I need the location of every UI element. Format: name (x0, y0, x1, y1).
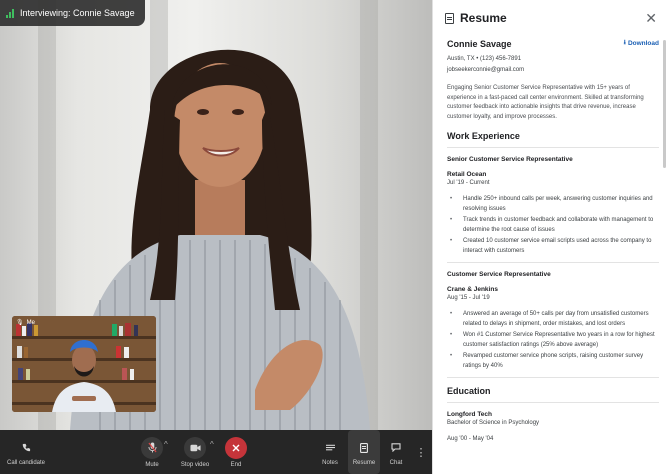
chat-button[interactable]: Chat (384, 430, 408, 474)
job-company: Retail Ocean (447, 171, 487, 178)
document-icon (445, 12, 454, 24)
notes-button[interactable]: Notes (318, 430, 342, 474)
resume-button[interactable]: Resume (348, 430, 380, 474)
job-bullets: Handle 250+ inbound calls per week, answ… (447, 195, 659, 256)
job-dates: Aug '15 - Jul '19 (447, 295, 490, 301)
job-title: Customer Service Representative (447, 271, 551, 278)
chat-bubble-icon (385, 439, 407, 457)
job-title: Senior Customer Service Representative (447, 156, 573, 163)
list-item: Handle 250+ inbound calls per week, answ… (447, 195, 659, 214)
panel-scrollbar[interactable] (663, 40, 666, 168)
microphone-icon (141, 436, 163, 459)
degree: Bachelor of Science in Psychology (447, 420, 540, 426)
resume-panel: Resume ✕ Connie Savage ⭳ Download Austin… (432, 0, 669, 474)
school-name: Longford Tech (447, 411, 493, 418)
candidate-location-phone: Austin, TX • (123) 456-7891 (447, 56, 522, 62)
list-item: Revamped customer service phone scripts,… (447, 352, 659, 371)
job-dates: Jul '19 - Current (447, 180, 490, 186)
main-video: Interviewing: Connie Savage 🎙 Me (0, 0, 432, 430)
list-item: Answered an average of 50+ calls per day… (447, 310, 659, 329)
education-dates: Aug '00 - May '04 (447, 436, 494, 442)
interview-status-badge: Interviewing: Connie Savage (0, 0, 145, 26)
close-icon (225, 436, 247, 459)
download-link[interactable]: ⭳ Download (624, 38, 659, 49)
notes-icon (319, 439, 341, 457)
list-item: Won #1 Customer Service Representative t… (447, 331, 659, 350)
stop-video-button[interactable]: Stop video (178, 430, 212, 474)
education-heading: Education (447, 386, 491, 396)
candidate-name: Connie Savage (447, 38, 512, 49)
phone-icon (15, 439, 37, 457)
list-item: Created 10 customer service email script… (447, 237, 659, 256)
job-company: Crane & Jenkins (447, 286, 498, 293)
mute-button[interactable]: Mute (140, 430, 164, 474)
close-panel-icon[interactable]: ✕ (645, 10, 657, 27)
panel-title: Resume (460, 11, 507, 25)
candidate-email: jobseekerconnie@gmail.com (447, 67, 525, 73)
more-vertical-icon: ⋮ (415, 446, 427, 459)
job-bullets: Answered an average of 50+ calls per day… (447, 310, 659, 371)
download-icon: ⭳ (623, 39, 626, 46)
mic-icon: 🎙 (16, 320, 24, 326)
resume-panel-header: Resume ✕ (433, 0, 669, 36)
resume-content: Connie Savage ⭳ Download Austin, TX • (1… (447, 36, 659, 444)
job-entry: Customer Service Representative Crane & … (447, 271, 659, 371)
work-experience-heading: Work Experience (447, 131, 520, 141)
job-entry: Senior Customer Service Representative R… (447, 156, 659, 256)
call-control-bar: Call candidate Mute ^ Stop video ^ End N… (0, 430, 432, 474)
end-call-button[interactable]: End (224, 430, 248, 474)
self-view-scene (12, 316, 156, 412)
self-view-video[interactable]: 🎙 Me (12, 316, 156, 412)
interview-status-text: Interviewing: Connie Savage (20, 8, 135, 18)
mute-options-chevron-icon[interactable]: ^ (164, 440, 168, 449)
call-candidate-button[interactable]: Call candidate (6, 430, 46, 474)
more-options-button[interactable]: ⋮ (414, 430, 428, 474)
video-camera-icon (184, 436, 206, 459)
resume-summary: Engaging Senior Customer Service Represe… (447, 85, 644, 120)
video-options-chevron-icon[interactable]: ^ (210, 440, 214, 449)
document-icon (353, 439, 375, 457)
list-item: Track trends in customer feedback and co… (447, 216, 659, 235)
signal-strength-icon (6, 8, 14, 18)
self-view-label: 🎙 Me (16, 319, 35, 327)
